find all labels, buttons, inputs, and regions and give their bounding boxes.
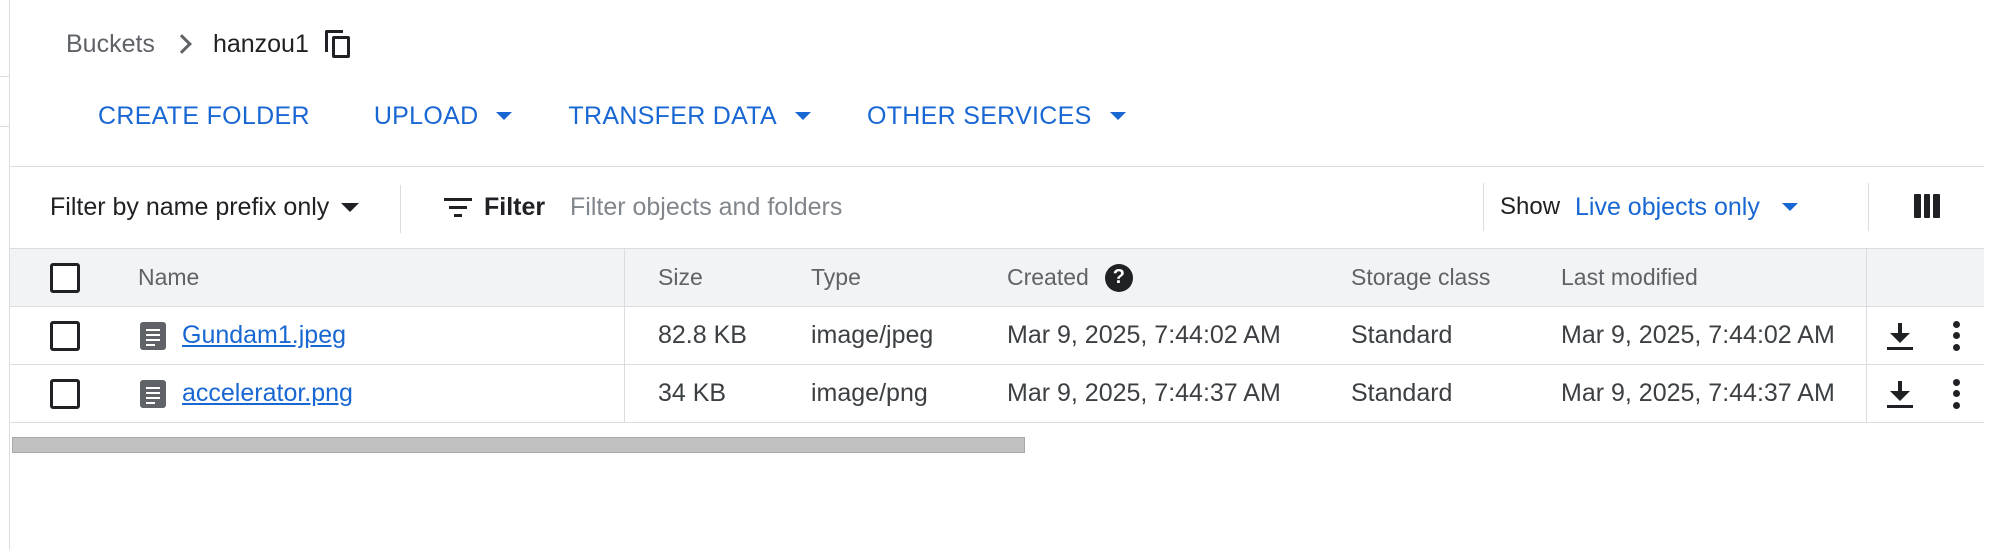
row-checkbox[interactable] [50, 378, 80, 409]
column-header-size[interactable]: Size [658, 249, 703, 306]
object-storage-class: Standard [1351, 379, 1453, 407]
column-display-icon[interactable] [1914, 194, 1941, 218]
object-name-link[interactable]: accelerator.png [182, 379, 353, 408]
select-all-cell [50, 249, 80, 306]
breadcrumb-bucket-name: hanzou1 [212, 29, 309, 58]
table-header-row: Name Size Type Created ? Storage class L… [10, 248, 1984, 307]
download-cell [1887, 307, 1913, 364]
caret-down-icon [1781, 203, 1798, 211]
object-last-modified: Mar 9, 2025, 7:44:02 AM [1561, 321, 1835, 349]
upload-label: UPLOAD [373, 101, 479, 130]
left-panel-divider [0, 76, 10, 77]
create-folder-label: CREATE FOLDER [98, 101, 310, 130]
table-row: accelerator.png 34 KB image/png Mar 9, 2… [10, 365, 1984, 423]
row-checkbox[interactable] [50, 320, 80, 351]
other-services-label: OTHER SERVICES [866, 101, 1092, 130]
file-icon [140, 321, 166, 350]
show-label: Show [1500, 193, 1561, 220]
breadcrumb: Buckets hanzou1 [66, 26, 351, 62]
caret-down-icon [794, 112, 811, 120]
column-divider [1866, 307, 1867, 364]
filter-objects-input[interactable] [570, 187, 1470, 227]
left-panel-divider [0, 126, 10, 127]
action-toolbar: CREATE FOLDER UPLOAD TRANSFER DATA OTHER… [98, 96, 1126, 136]
more-actions-cell [1952, 365, 1960, 422]
filter-icon[interactable] [444, 196, 472, 218]
table-row: Gundam1.jpeg 82.8 KB image/jpeg Mar 9, 2… [10, 307, 1984, 365]
column-divider [624, 249, 625, 306]
other-services-button[interactable]: OTHER SERVICES [867, 102, 1126, 131]
left-panel-edge [0, 0, 10, 550]
chevron-right-icon [172, 34, 192, 54]
download-icon[interactable] [1887, 379, 1913, 409]
column-divider [624, 307, 625, 364]
object-type: image/jpeg [811, 321, 934, 349]
column-header-storage-class[interactable]: Storage class [1351, 249, 1490, 306]
horizontal-scrollbar[interactable] [10, 434, 1984, 456]
row-select-cell [50, 307, 80, 364]
more-vert-icon[interactable] [1952, 378, 1960, 409]
caret-down-icon [496, 112, 513, 120]
select-all-checkbox[interactable] [50, 262, 80, 293]
download-icon[interactable] [1887, 321, 1913, 351]
column-divider [1866, 249, 1867, 306]
divider [1483, 183, 1484, 231]
caret-down-icon [341, 202, 360, 212]
object-last-modified: Mar 9, 2025, 7:44:37 AM [1561, 379, 1835, 407]
column-header-type[interactable]: Type [811, 249, 861, 306]
transfer-data-label: TRANSFER DATA [568, 101, 777, 130]
create-folder-button[interactable]: CREATE FOLDER [98, 102, 310, 131]
object-type: image/png [811, 379, 928, 407]
help-icon[interactable]: ? [1104, 263, 1133, 292]
object-created: Mar 9, 2025, 7:44:37 AM [1007, 379, 1281, 407]
filter-bar: Filter by name prefix only Filter Show L… [10, 167, 1984, 247]
caret-down-icon [1109, 112, 1126, 120]
copy-icon[interactable] [324, 30, 351, 58]
object-size: 82.8 KB [658, 321, 747, 349]
object-name-cell: accelerator.png [140, 365, 353, 422]
object-size: 34 KB [658, 379, 727, 407]
object-storage-class: Standard [1351, 321, 1453, 349]
object-created: Mar 9, 2025, 7:44:02 AM [1007, 321, 1281, 349]
breadcrumb-buckets-link[interactable]: Buckets [66, 30, 155, 59]
column-header-last-modified[interactable]: Last modified [1561, 249, 1698, 306]
upload-button[interactable]: UPLOAD [374, 102, 513, 131]
divider [400, 185, 401, 233]
column-divider [1866, 365, 1867, 422]
horizontal-scrollbar-thumb[interactable] [12, 437, 1025, 453]
show-objects-dropdown[interactable]: Live objects only [1575, 167, 1798, 247]
row-select-cell [50, 365, 80, 422]
download-cell [1887, 365, 1913, 422]
column-header-created-label[interactable]: Created [1007, 264, 1089, 291]
column-divider [624, 365, 625, 422]
column-header-created: Created ? [1007, 249, 1133, 306]
show-objects-value: Live objects only [1575, 192, 1760, 221]
objects-table: Name Size Type Created ? Storage class L… [10, 248, 1984, 423]
divider [1868, 183, 1869, 231]
file-icon [140, 379, 166, 408]
object-name-cell: Gundam1.jpeg [140, 307, 346, 364]
transfer-data-button[interactable]: TRANSFER DATA [568, 102, 811, 131]
filter-mode-label: Filter by name prefix only [50, 192, 330, 221]
more-vert-icon[interactable] [1952, 320, 1960, 351]
column-header-name[interactable]: Name [138, 249, 199, 306]
object-name-link[interactable]: Gundam1.jpeg [182, 321, 346, 350]
filter-button-label[interactable]: Filter [484, 167, 545, 247]
filter-mode-dropdown[interactable]: Filter by name prefix only [50, 167, 360, 247]
more-actions-cell [1952, 307, 1960, 364]
